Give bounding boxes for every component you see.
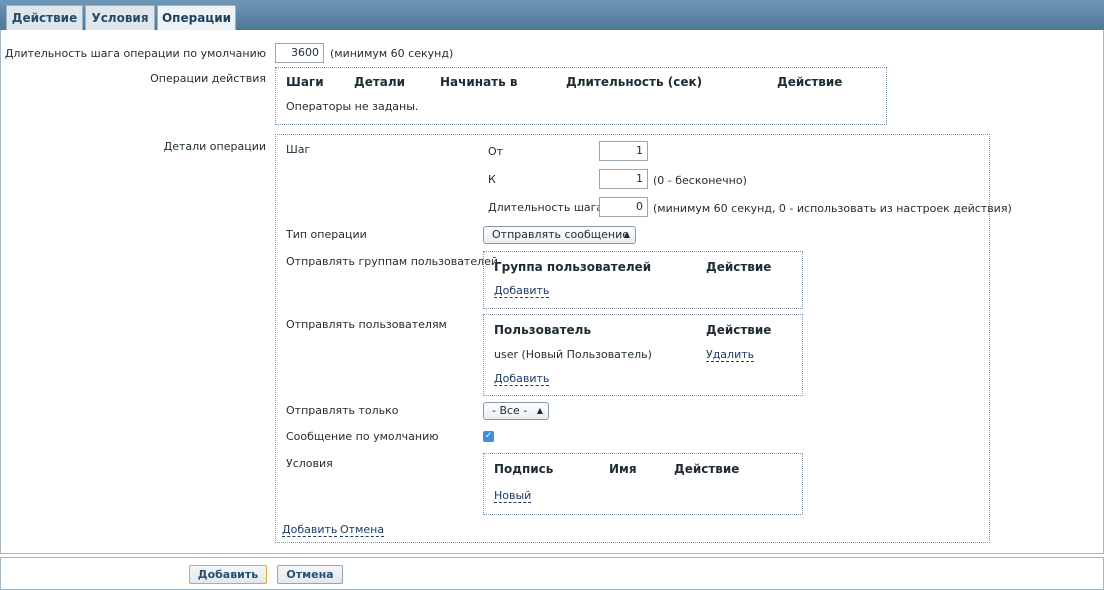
- col-cond-action: Действие: [674, 462, 740, 476]
- step-duration-hint: (минимум 60 секунд, 0 - использовать из …: [653, 202, 1012, 215]
- send-groups-label: Отправлять группам пользователей: [286, 255, 499, 268]
- to-label: К: [488, 173, 496, 186]
- send-only-select[interactable]: - Все - ▲: [483, 402, 549, 420]
- tab-conditions[interactable]: Условия: [85, 5, 155, 30]
- chevron-updown-icon: ▲: [536, 406, 543, 415]
- tab-operations[interactable]: Операции: [157, 5, 236, 30]
- col-group: Группа пользователей: [494, 260, 652, 274]
- default-message-checkbox[interactable]: ✓: [483, 431, 494, 442]
- col-steps: Шаги: [286, 75, 324, 89]
- cancel-button[interactable]: Отмена: [277, 565, 343, 584]
- col-user-action: Действие: [706, 323, 772, 337]
- tab-bar: Действие Условия Операции: [0, 0, 1104, 30]
- from-label: От: [488, 145, 504, 158]
- chevron-updown-icon: ▲: [623, 230, 630, 239]
- users-table: Пользователь Действие user (Новый Пользо…: [483, 314, 803, 396]
- to-input[interactable]: 1: [599, 169, 648, 189]
- add-user-link[interactable]: Добавить: [494, 372, 550, 386]
- tab-action[interactable]: Действие: [6, 5, 83, 30]
- send-only-value: - Все -: [492, 404, 528, 417]
- col-duration: Длительность (сек): [566, 75, 703, 89]
- op-details-label: Детали операции: [163, 140, 266, 153]
- op-type-select[interactable]: Отправлять сообщение ▲: [483, 226, 636, 244]
- op-type-value: Отправлять сообщение: [492, 228, 630, 241]
- conditions-table: Подпись Имя Действие Новый: [483, 453, 803, 515]
- to-hint: (0 - бесконечно): [653, 174, 747, 187]
- send-only-label: Отправлять только: [286, 404, 399, 417]
- step-label: Шаг: [286, 143, 311, 156]
- col-group-action: Действие: [706, 260, 772, 274]
- operations-panel: Длительность шага операции по умолчанию …: [0, 30, 1104, 554]
- col-action: Действие: [777, 75, 843, 89]
- from-input[interactable]: 1: [599, 141, 648, 161]
- default-step-input[interactable]: 3600: [275, 43, 324, 63]
- step-duration-label: Длительность шага: [488, 201, 604, 214]
- op-details-box: Шаг От 1 К 1 (0 - бесконечно) Длительнос…: [275, 134, 1012, 543]
- default-step-hint: (минимум 60 секунд): [330, 47, 454, 60]
- default-message-label: Сообщение по умолчанию: [286, 430, 439, 443]
- add-button[interactable]: Добавить: [189, 565, 267, 584]
- action-ops-table: Шаги Детали Начинать в Длительность (сек…: [275, 67, 887, 125]
- conditions-label: Условия: [286, 457, 333, 470]
- no-operations-text: Операторы не заданы.: [286, 100, 419, 113]
- form-footer: Добавить Отмена: [0, 557, 1104, 590]
- action-ops-label: Операции действия: [150, 72, 266, 85]
- default-step-label: Длительность шага операции по умолчанию: [4, 47, 266, 60]
- send-users-label: Отправлять пользователям: [286, 318, 447, 331]
- add-operation-link[interactable]: Добавить: [282, 523, 338, 537]
- op-type-label: Тип операции: [286, 228, 367, 241]
- col-start: Начинать в: [440, 75, 518, 89]
- user-name: user (Новый Пользователь): [494, 348, 652, 361]
- col-name: Имя: [609, 462, 637, 476]
- remove-user-link[interactable]: Удалить: [706, 348, 755, 362]
- step-duration-input[interactable]: 0: [599, 197, 648, 217]
- groups-table: Группа пользователей Действие Добавить: [483, 251, 803, 309]
- cancel-operation-link[interactable]: Отмена: [340, 523, 385, 537]
- new-condition-link[interactable]: Новый: [494, 489, 532, 503]
- col-label: Подпись: [494, 462, 554, 476]
- add-group-link[interactable]: Добавить: [494, 284, 550, 298]
- col-user: Пользователь: [494, 323, 592, 337]
- col-details: Детали: [354, 75, 406, 89]
